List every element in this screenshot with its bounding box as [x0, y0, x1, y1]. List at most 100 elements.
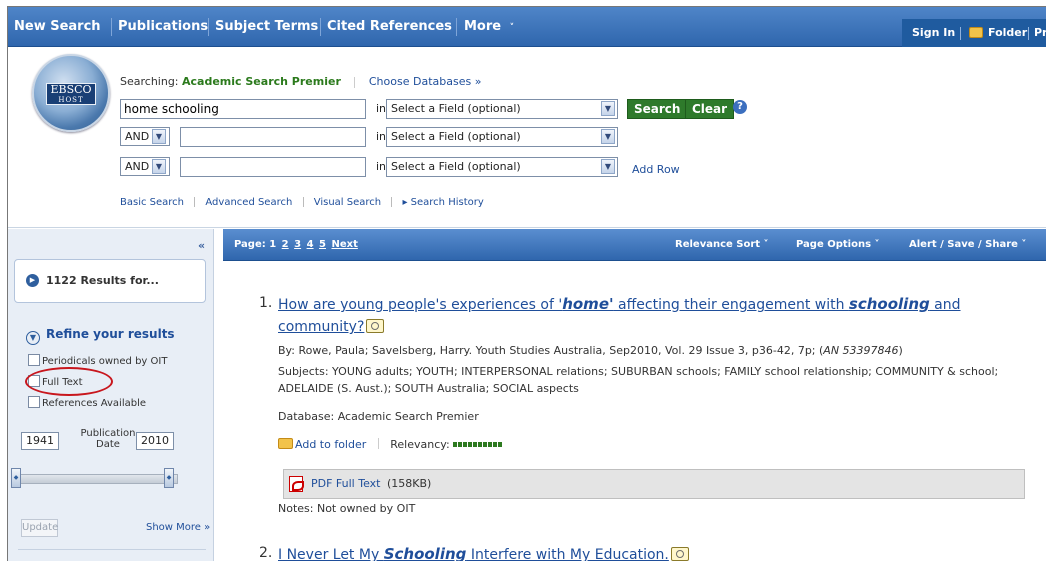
pdf-full-text-link[interactable]: PDF Full Text (158KB)	[311, 477, 431, 490]
nav-divider	[320, 18, 321, 36]
title-text: Interfere with My Education.	[466, 547, 669, 561]
clear-button[interactable]: Clear	[685, 99, 735, 119]
preview-icon[interactable]	[366, 319, 385, 333]
pdf-icon[interactable]	[289, 476, 304, 492]
pdf-size: (158KB)	[386, 477, 432, 490]
search-button[interactable]: Search	[627, 99, 688, 119]
play-icon: ▶	[26, 274, 39, 287]
user-toolbar: Sign In Folder Pref	[902, 19, 1046, 47]
preview-icon[interactable]	[670, 547, 689, 561]
add-row-link[interactable]: Add Row	[632, 163, 680, 176]
chevron-down-icon: ▼	[26, 331, 40, 345]
choose-databases-link[interactable]: Choose Databases »	[369, 75, 482, 88]
slider-handle-left[interactable]: ◆	[11, 468, 21, 488]
byline-text: By: Rowe, Paula; Savelsberg, Harry. Yout…	[278, 344, 824, 357]
page-link-5[interactable]: 5	[319, 239, 326, 250]
filter-periodicals-oit[interactable]: Periodicals owned by OIT	[28, 354, 167, 367]
search-history-link[interactable]: ▸ Search History	[402, 197, 483, 208]
result-subjects-line-2: ADELAIDE (S. Aust.); SOUTH Australia; SO…	[278, 382, 579, 395]
boolean-select-2[interactable]: AND ▼	[120, 127, 170, 146]
result-database: Database: Academic Search Premier	[278, 410, 479, 423]
results-count: 1122 Results for...	[46, 274, 159, 287]
advanced-search-link[interactable]: Advanced Search	[205, 197, 292, 208]
nav-new-search[interactable]: New Search	[14, 7, 101, 47]
ebsco-host-logo[interactable]: EBSCO HOST	[32, 54, 110, 132]
slider-handle-right[interactable]: ◆	[164, 468, 174, 488]
nav-divider	[111, 18, 112, 36]
next-page-link[interactable]: Next	[331, 239, 357, 250]
nav-publications[interactable]: Publications	[118, 7, 208, 47]
add-to-folder-link[interactable]: Add to folder	[295, 438, 366, 451]
result-subjects-line-1: Subjects: YOUNG adults; YOUTH; INTERPERS…	[278, 365, 999, 378]
searching-label: Searching:	[120, 75, 179, 88]
logo-text: EBSCO	[50, 83, 92, 96]
results-count-box[interactable]: ▶ 1122 Results for...	[14, 259, 206, 303]
relevance-sort-menu[interactable]: Relevance Sort ˅	[675, 229, 769, 261]
page-link-3[interactable]: 3	[294, 239, 301, 250]
checkbox[interactable]	[28, 396, 40, 408]
help-icon[interactable]: ?	[733, 100, 747, 114]
preferences-link[interactable]: Pref	[1034, 19, 1046, 47]
checkbox[interactable]	[28, 354, 40, 366]
boolean-select-3[interactable]: AND ▼	[120, 157, 170, 176]
search-input-3[interactable]	[180, 157, 366, 177]
sign-in-link[interactable]: Sign In	[912, 19, 955, 47]
page-link-2[interactable]: 2	[282, 239, 289, 250]
divider	[302, 197, 304, 207]
update-button[interactable]: Update	[21, 519, 58, 537]
field-select-value: Select a Field (optional)	[391, 102, 521, 115]
nav-more[interactable]: More ˅	[464, 7, 514, 47]
page-label: Page: 1	[234, 239, 277, 250]
toolbar-divider	[960, 27, 961, 40]
in-label: in	[376, 102, 387, 115]
page-options-menu[interactable]: Page Options ˅	[796, 229, 880, 261]
search-input-1[interactable]: home schooling	[120, 99, 366, 119]
title-link[interactable]: How are young people's experiences of 'h…	[278, 295, 961, 313]
title-text: How are young people's experiences of '	[278, 297, 563, 313]
result-title-1[interactable]: How are young people's experiences of 'h…	[278, 293, 998, 338]
filter-references-available[interactable]: References Available	[28, 396, 146, 409]
field-select-2[interactable]: Select a Field (optional) ▼	[386, 127, 618, 147]
search-hit: Schooling	[383, 545, 467, 561]
year-to-input[interactable]: 2010	[136, 432, 174, 450]
search-row-1: home schooling in Select a Field (option…	[120, 99, 820, 119]
show-more-link[interactable]: Show More »	[146, 522, 210, 533]
year-from-input[interactable]: 1941	[21, 432, 59, 450]
in-label: in	[376, 130, 387, 143]
publication-date-label: Publication Date	[80, 428, 136, 450]
title-link[interactable]: I Never Let My Schooling Interfere with …	[278, 545, 669, 561]
date-range-slider[interactable]	[18, 474, 178, 484]
refine-results-heading[interactable]: ▼ Refine your results	[26, 327, 175, 345]
visual-search-link[interactable]: Visual Search	[314, 197, 381, 208]
divider	[18, 549, 206, 550]
nav-subject-terms[interactable]: Subject Terms	[215, 7, 318, 47]
logo-plate: EBSCO HOST	[46, 83, 96, 105]
title-text: affecting their engagement with	[613, 297, 849, 313]
nav-cited-references[interactable]: Cited References	[327, 7, 452, 47]
page-link-4[interactable]: 4	[307, 239, 314, 250]
chevron-down-icon: ▼	[152, 159, 166, 174]
field-select-3[interactable]: Select a Field (optional) ▼	[386, 157, 618, 177]
title-text: I Never Let My	[278, 547, 384, 561]
filter-label: References Available	[42, 398, 147, 409]
chevron-down-icon: ▼	[601, 129, 615, 144]
boolean-value: AND	[125, 130, 150, 143]
divider	[354, 76, 356, 88]
search-row-2: AND ▼ in Select a Field (optional) ▼	[120, 127, 820, 147]
title-link[interactable]: community?	[278, 319, 364, 335]
chevron-down-icon: ˅	[509, 23, 515, 33]
field-select-1[interactable]: Select a Field (optional) ▼	[386, 99, 618, 119]
basic-search-link[interactable]: Basic Search	[120, 197, 184, 208]
filter-label: Periodicals owned by OIT	[42, 356, 168, 367]
alert-save-share-menu[interactable]: Alert / Save / Share ˅	[909, 229, 1026, 261]
collapse-sidebar-icon[interactable]: «	[198, 239, 205, 252]
search-input-2[interactable]	[180, 127, 366, 147]
result-number: 2.	[259, 545, 273, 561]
result-title-2[interactable]: I Never Let My Schooling Interfere with …	[278, 543, 998, 561]
nav-divider	[208, 18, 209, 36]
toolbar-divider	[1028, 27, 1029, 40]
divider	[377, 438, 379, 449]
folder-link[interactable]: Folder	[988, 19, 1027, 47]
nav-more-label: More	[464, 19, 502, 34]
logo-subtext: HOST	[58, 96, 84, 104]
